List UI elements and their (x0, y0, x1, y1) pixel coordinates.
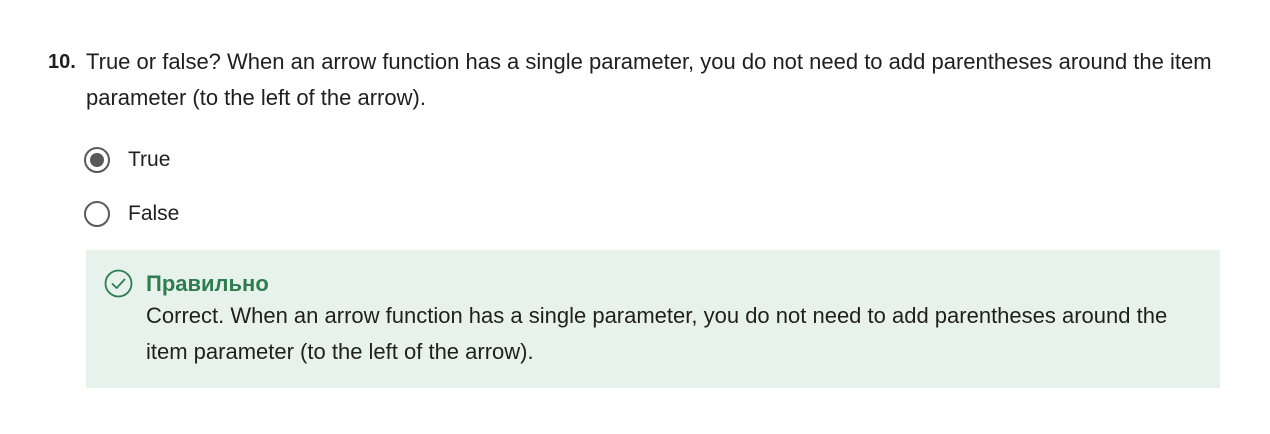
option-false[interactable]: False (84, 197, 179, 231)
question-text: True or false? When an arrow function ha… (86, 49, 1212, 110)
option-label: False (128, 202, 180, 225)
check-circle-icon (104, 269, 133, 298)
answer-options: True False (84, 143, 179, 251)
feedback-status: Правильно (146, 271, 269, 296)
feedback-panel: Правильно Correct. When an arrow functio… (86, 250, 1220, 388)
option-label: True (128, 148, 171, 171)
feedback-message: Correct. When an arrow function has a si… (146, 303, 1168, 364)
radio-button-checked[interactable] (84, 147, 110, 173)
option-true[interactable]: True (84, 143, 179, 177)
radio-button-unchecked[interactable] (84, 201, 110, 227)
radio-dot (90, 153, 104, 167)
question-number: 10. (48, 51, 76, 73)
